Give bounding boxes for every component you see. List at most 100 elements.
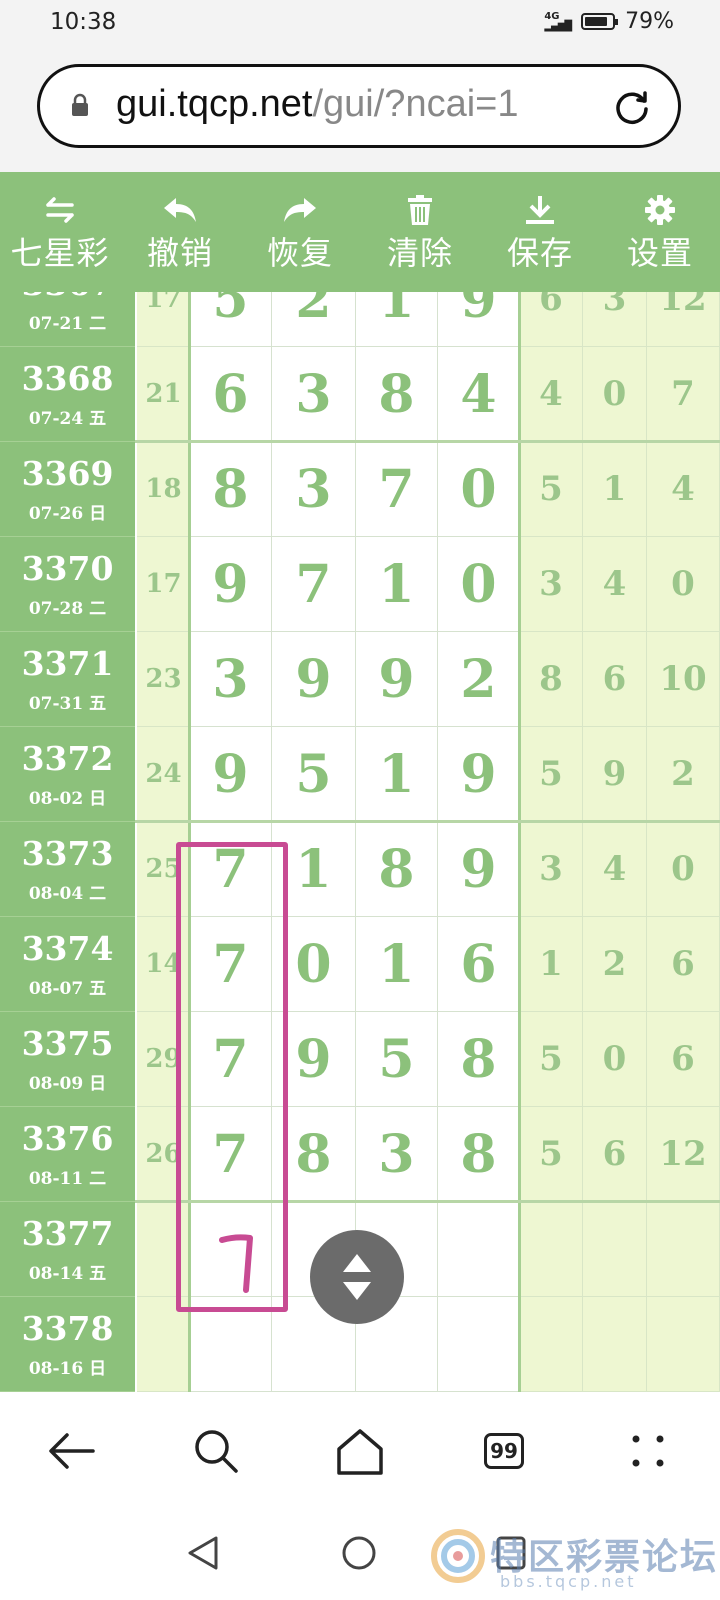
issue-date: 07-28 二 [28, 599, 107, 619]
digit-cell[interactable]: 5 [272, 727, 356, 822]
table-row: 3374 08-07 五 14 7 0 1 6 1 2 6 [0, 917, 720, 1012]
stat-cell: 0 [583, 1012, 647, 1107]
digit-cell[interactable]: 5 [190, 292, 272, 347]
redo-button[interactable]: 恢复 [240, 172, 360, 292]
digit-cell[interactable] [438, 1202, 520, 1297]
stat-cell: 1 [520, 917, 583, 1012]
digit-cell[interactable]: 2 [272, 292, 356, 347]
digit-cell[interactable]: 3 [190, 632, 272, 727]
stat-cell [647, 1297, 720, 1392]
issue-cell: 3371 07-31 五 [0, 632, 135, 727]
lottery-switch-button[interactable]: 七星彩 [0, 172, 120, 292]
digit-cell[interactable]: 6 [438, 917, 520, 1012]
digit-cell[interactable]: 9 [356, 632, 438, 727]
watermark-sub: bbs.tqcp.net [500, 1572, 637, 1591]
search-button[interactable] [186, 1421, 246, 1481]
reload-icon[interactable] [612, 87, 652, 127]
address-bar[interactable]: gui.tqcp.net/gui/?ncai=1 [37, 64, 681, 148]
back-arrow-icon [49, 1433, 95, 1469]
digit-cell[interactable]: 1 [356, 917, 438, 1012]
stat-cell: 3 [583, 292, 647, 347]
stat-cell [583, 1297, 647, 1392]
issue-cell: 3374 08-07 五 [0, 917, 135, 1012]
digit-cell[interactable]: 5 [356, 1012, 438, 1107]
issue-date: 08-04 二 [28, 884, 107, 904]
issue-number: 3370 [21, 549, 114, 588]
lock-icon [72, 93, 88, 116]
stat-cell: 6 [583, 632, 647, 727]
digit-cell[interactable]: 6 [190, 347, 272, 442]
menu-button[interactable] [618, 1421, 678, 1481]
digit-cell[interactable]: 8 [438, 1012, 520, 1107]
stat-cell: 5 [520, 1012, 583, 1107]
lottery-switch-label: 七星彩 [10, 234, 110, 272]
digit-cell[interactable]: 3 [356, 1107, 438, 1202]
issue-date: 08-14 五 [28, 1264, 107, 1284]
scroll-toggle-button[interactable] [310, 1230, 404, 1324]
url-text[interactable]: gui.tqcp.net/gui/?ncai=1 [116, 83, 606, 126]
digit-cell[interactable]: 8 [190, 442, 272, 537]
digit-cell[interactable]: 8 [356, 347, 438, 442]
settings-button[interactable]: 设置 [600, 172, 720, 292]
download-icon [526, 196, 554, 224]
stat-cell: 5 [520, 727, 583, 822]
digit-cell[interactable]: 7 [356, 442, 438, 537]
table-row: 3369 07-26 日 18 8 3 7 0 5 1 4 [0, 442, 720, 537]
issue-number: 3368 [21, 359, 114, 398]
sum-cell: 17 [137, 537, 190, 632]
digit-cell[interactable]: 9 [438, 292, 520, 347]
system-back-icon[interactable] [186, 1534, 220, 1572]
gear-icon [645, 195, 675, 225]
digit-cell[interactable]: 3 [272, 347, 356, 442]
digit-cell[interactable]: 9 [438, 727, 520, 822]
stat-cell [583, 1202, 647, 1297]
digit-cell[interactable]: 0 [438, 442, 520, 537]
issue-number: 3369 [21, 454, 114, 493]
status-time: 10:38 [50, 9, 117, 35]
digit-cell[interactable]: 4 [438, 347, 520, 442]
digit-cell[interactable]: 8 [356, 822, 438, 917]
save-button[interactable]: 保存 [480, 172, 600, 292]
clear-button[interactable]: 清除 [360, 172, 480, 292]
table-row: 3375 08-09 日 29 7 9 5 8 5 0 6 [0, 1012, 720, 1107]
digit-cell[interactable]: 2 [438, 632, 520, 727]
back-button[interactable] [42, 1421, 102, 1481]
issue-date: 08-11 二 [28, 1169, 107, 1189]
home-button[interactable] [330, 1421, 390, 1481]
system-home-icon[interactable] [340, 1534, 378, 1572]
digit-cell[interactable]: 7 [272, 537, 356, 632]
issue-cell: 3376 08-11 二 [0, 1107, 135, 1202]
swap-arrows-icon [46, 197, 74, 223]
digit-cell[interactable]: 1 [356, 727, 438, 822]
digit-cell[interactable]: 9 [272, 632, 356, 727]
battery-percent: 79% [625, 9, 674, 34]
tabs-button[interactable]: 99 [474, 1421, 534, 1481]
digit-cell[interactable]: 3 [272, 442, 356, 537]
digit-cell[interactable]: 1 [356, 292, 438, 347]
digit-cell[interactable]: 0 [438, 537, 520, 632]
issue-number: 3371 [21, 644, 114, 683]
settings-label: 设置 [626, 234, 693, 272]
stat-cell: 3 [520, 822, 583, 917]
issue-number: 3367 [0, 292, 135, 303]
stat-cell: 0 [583, 347, 647, 442]
digit-cell[interactable] [438, 1297, 520, 1392]
digit-cell[interactable]: 9 [438, 822, 520, 917]
table-row: 3371 07-31 五 23 3 9 9 2 8 6 10 [0, 632, 720, 727]
network-icon: 4G ▂▄▆█ [544, 10, 572, 32]
digit-cell[interactable]: 9 [190, 727, 272, 822]
undo-button[interactable]: 撤销 [120, 172, 240, 292]
stat-cell: 4 [583, 537, 647, 632]
stat-cell: 8 [520, 632, 583, 727]
stat-cell: 2 [647, 727, 720, 822]
undo-icon [164, 198, 196, 222]
digit-cell[interactable]: 1 [356, 537, 438, 632]
sum-cell: 24 [137, 727, 190, 822]
issue-date: 08-02 日 [28, 789, 107, 809]
stat-cell: 4 [583, 822, 647, 917]
stat-cell: 1 [583, 442, 647, 537]
digit-cell[interactable]: 9 [190, 537, 272, 632]
menu-dots-icon [632, 1435, 664, 1467]
digit-cell[interactable]: 8 [438, 1107, 520, 1202]
status-bar: 10:38 4G ▂▄▆█ 79% [0, 0, 720, 46]
